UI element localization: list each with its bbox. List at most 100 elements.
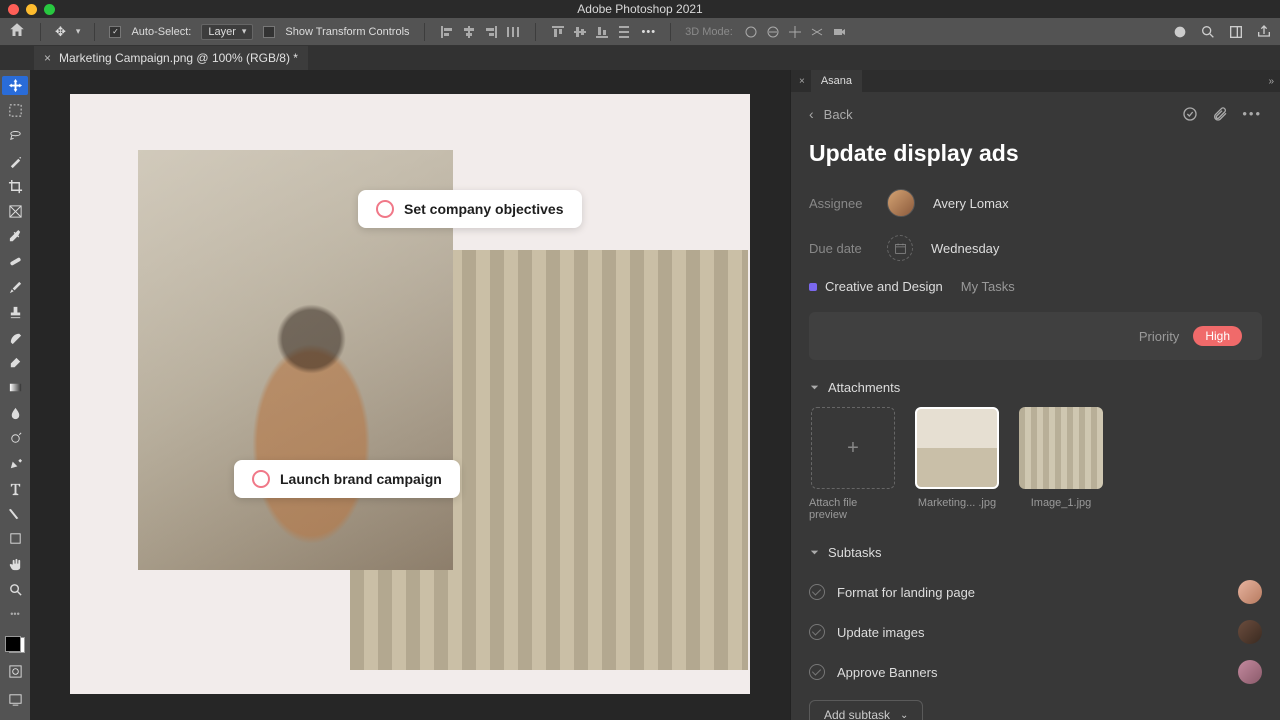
screenmode-tool[interactable] [2, 688, 28, 710]
align-right-icon[interactable] [483, 24, 499, 40]
back-chevron-icon[interactable]: ‹ [809, 106, 814, 122]
lasso-tool[interactable] [2, 126, 28, 145]
attachments-header[interactable]: Attachments [809, 380, 1262, 395]
crop-tool[interactable] [2, 177, 28, 196]
3d-mode-label: 3D Mode: [685, 26, 733, 38]
priority-pill[interactable]: High [1193, 326, 1242, 346]
complete-subtask-icon[interactable] [809, 664, 825, 680]
pen-tool[interactable] [2, 454, 28, 473]
attachment-thumb[interactable] [915, 407, 999, 489]
stamp-tool[interactable] [2, 303, 28, 322]
auto-select-checkbox[interactable]: ✓ [109, 26, 121, 38]
hand-tool[interactable] [2, 555, 28, 574]
assignee-label: Assignee [809, 196, 869, 211]
artboard[interactable]: Set company objectives Launch brand camp… [70, 94, 750, 694]
show-transform-checkbox[interactable] [263, 26, 275, 38]
subtasks-header[interactable]: Subtasks [809, 545, 1262, 560]
add-attachment-icon[interactable]: + [811, 407, 895, 489]
document-tab[interactable]: × Marketing Campaign.png @ 100% (RGB/8) … [34, 46, 308, 70]
add-subtask-button[interactable]: Add subtask ⌄ [809, 700, 923, 720]
eraser-tool[interactable] [2, 353, 28, 372]
align-bottom-icon[interactable] [594, 24, 610, 40]
3d-slide-icon[interactable] [809, 24, 825, 40]
card-label: Launch brand campaign [280, 471, 442, 487]
foreground-background-colors[interactable] [4, 635, 26, 654]
canvas-area[interactable]: Set company objectives Launch brand camp… [30, 70, 790, 720]
align-center-h-icon[interactable] [461, 24, 477, 40]
path-tool[interactable] [2, 504, 28, 523]
quickmask-tool[interactable] [2, 660, 28, 682]
attachment-item[interactable]: Marketing... .jpg [913, 407, 1001, 521]
history-brush-tool[interactable] [2, 328, 28, 347]
attachment-icon[interactable] [1212, 106, 1228, 122]
workspace-icon[interactable] [1228, 24, 1244, 40]
valign-icons-group [550, 24, 632, 40]
eyedropper-tool[interactable] [2, 227, 28, 246]
subtask-assignee-avatar[interactable] [1238, 580, 1262, 604]
align-left-icon[interactable] [439, 24, 455, 40]
marquee-tool[interactable] [2, 101, 28, 120]
align-top-icon[interactable] [550, 24, 566, 40]
complete-subtask-icon[interactable] [809, 624, 825, 640]
asana-tab[interactable]: Asana [811, 70, 862, 92]
share-icon[interactable] [1256, 24, 1272, 40]
back-label[interactable]: Back [824, 107, 853, 122]
gradient-tool[interactable] [2, 378, 28, 397]
more-icon[interactable]: ••• [1242, 106, 1262, 122]
subtask-row[interactable]: Approve Banners [809, 652, 1262, 692]
dodge-tool[interactable] [2, 429, 28, 448]
distribute-h-icon[interactable] [505, 24, 521, 40]
align-center-v-icon[interactable] [572, 24, 588, 40]
attachment-add[interactable]: + Attach file preview [809, 407, 897, 521]
3d-orbit-icon[interactable] [743, 24, 759, 40]
3d-roll-icon[interactable] [765, 24, 781, 40]
priority-field[interactable]: Priority High [809, 312, 1262, 360]
add-subtask-label: Add subtask [824, 708, 890, 720]
heal-tool[interactable] [2, 252, 28, 271]
complete-subtask-icon[interactable] [809, 584, 825, 600]
collapse-panel-icon[interactable]: » [1268, 76, 1274, 87]
3d-pan-icon[interactable] [787, 24, 803, 40]
blur-tool[interactable] [2, 403, 28, 422]
type-tool[interactable] [2, 479, 28, 498]
move-tool-icon[interactable]: ✥ [55, 24, 66, 40]
subtask-assignee-avatar[interactable] [1238, 620, 1262, 644]
due-date-value[interactable]: Wednesday [931, 241, 999, 256]
attachment-item[interactable]: Image_1.jpg [1017, 407, 1105, 521]
cloud-sync-icon[interactable] [1172, 24, 1188, 40]
more-options-icon[interactable]: ••• [642, 26, 657, 38]
close-panel-icon[interactable]: × [799, 76, 805, 87]
close-tab-icon[interactable]: × [44, 51, 51, 65]
zoom-tool[interactable] [2, 580, 28, 599]
attachment-thumb[interactable] [1019, 407, 1103, 489]
card-label: Set company objectives [404, 201, 564, 217]
home-icon[interactable] [8, 21, 26, 42]
3d-camera-icon[interactable] [831, 24, 847, 40]
priority-label: Priority [1139, 329, 1179, 344]
subtask-row[interactable]: Update images [809, 612, 1262, 652]
project-primary[interactable]: Creative and Design [825, 279, 943, 294]
distribute-v-icon[interactable] [616, 24, 632, 40]
tool-more-icon[interactable]: ••• [10, 609, 19, 619]
assignee-value[interactable]: Avery Lomax [933, 196, 1009, 211]
move-tool[interactable] [2, 76, 28, 95]
app-title: Adobe Photoshop 2021 [0, 2, 1280, 16]
calendar-icon[interactable] [887, 235, 913, 261]
assignee-avatar[interactable] [887, 189, 915, 217]
3d-mode-icons [743, 24, 847, 40]
wand-tool[interactable] [2, 152, 28, 171]
canvas-task-card-1[interactable]: Set company objectives [358, 190, 582, 228]
frame-tool[interactable] [2, 202, 28, 221]
complete-task-icon[interactable] [1182, 106, 1198, 122]
subtask-assignee-avatar[interactable] [1238, 660, 1262, 684]
search-icon[interactable] [1200, 24, 1216, 40]
auto-select-scope-select[interactable]: Layer ▾ [201, 24, 253, 40]
shape-tool[interactable] [2, 529, 28, 548]
project-secondary[interactable]: My Tasks [961, 279, 1015, 294]
tool-dropdown-icon[interactable]: ▾ [76, 26, 81, 37]
brush-tool[interactable] [2, 278, 28, 297]
canvas-task-card-2[interactable]: Launch brand campaign [234, 460, 460, 498]
document-tab-title: Marketing Campaign.png @ 100% (RGB/8) * [59, 51, 298, 65]
subtask-row[interactable]: Format for landing page [809, 572, 1262, 612]
tool-strip: ••• [0, 70, 30, 720]
